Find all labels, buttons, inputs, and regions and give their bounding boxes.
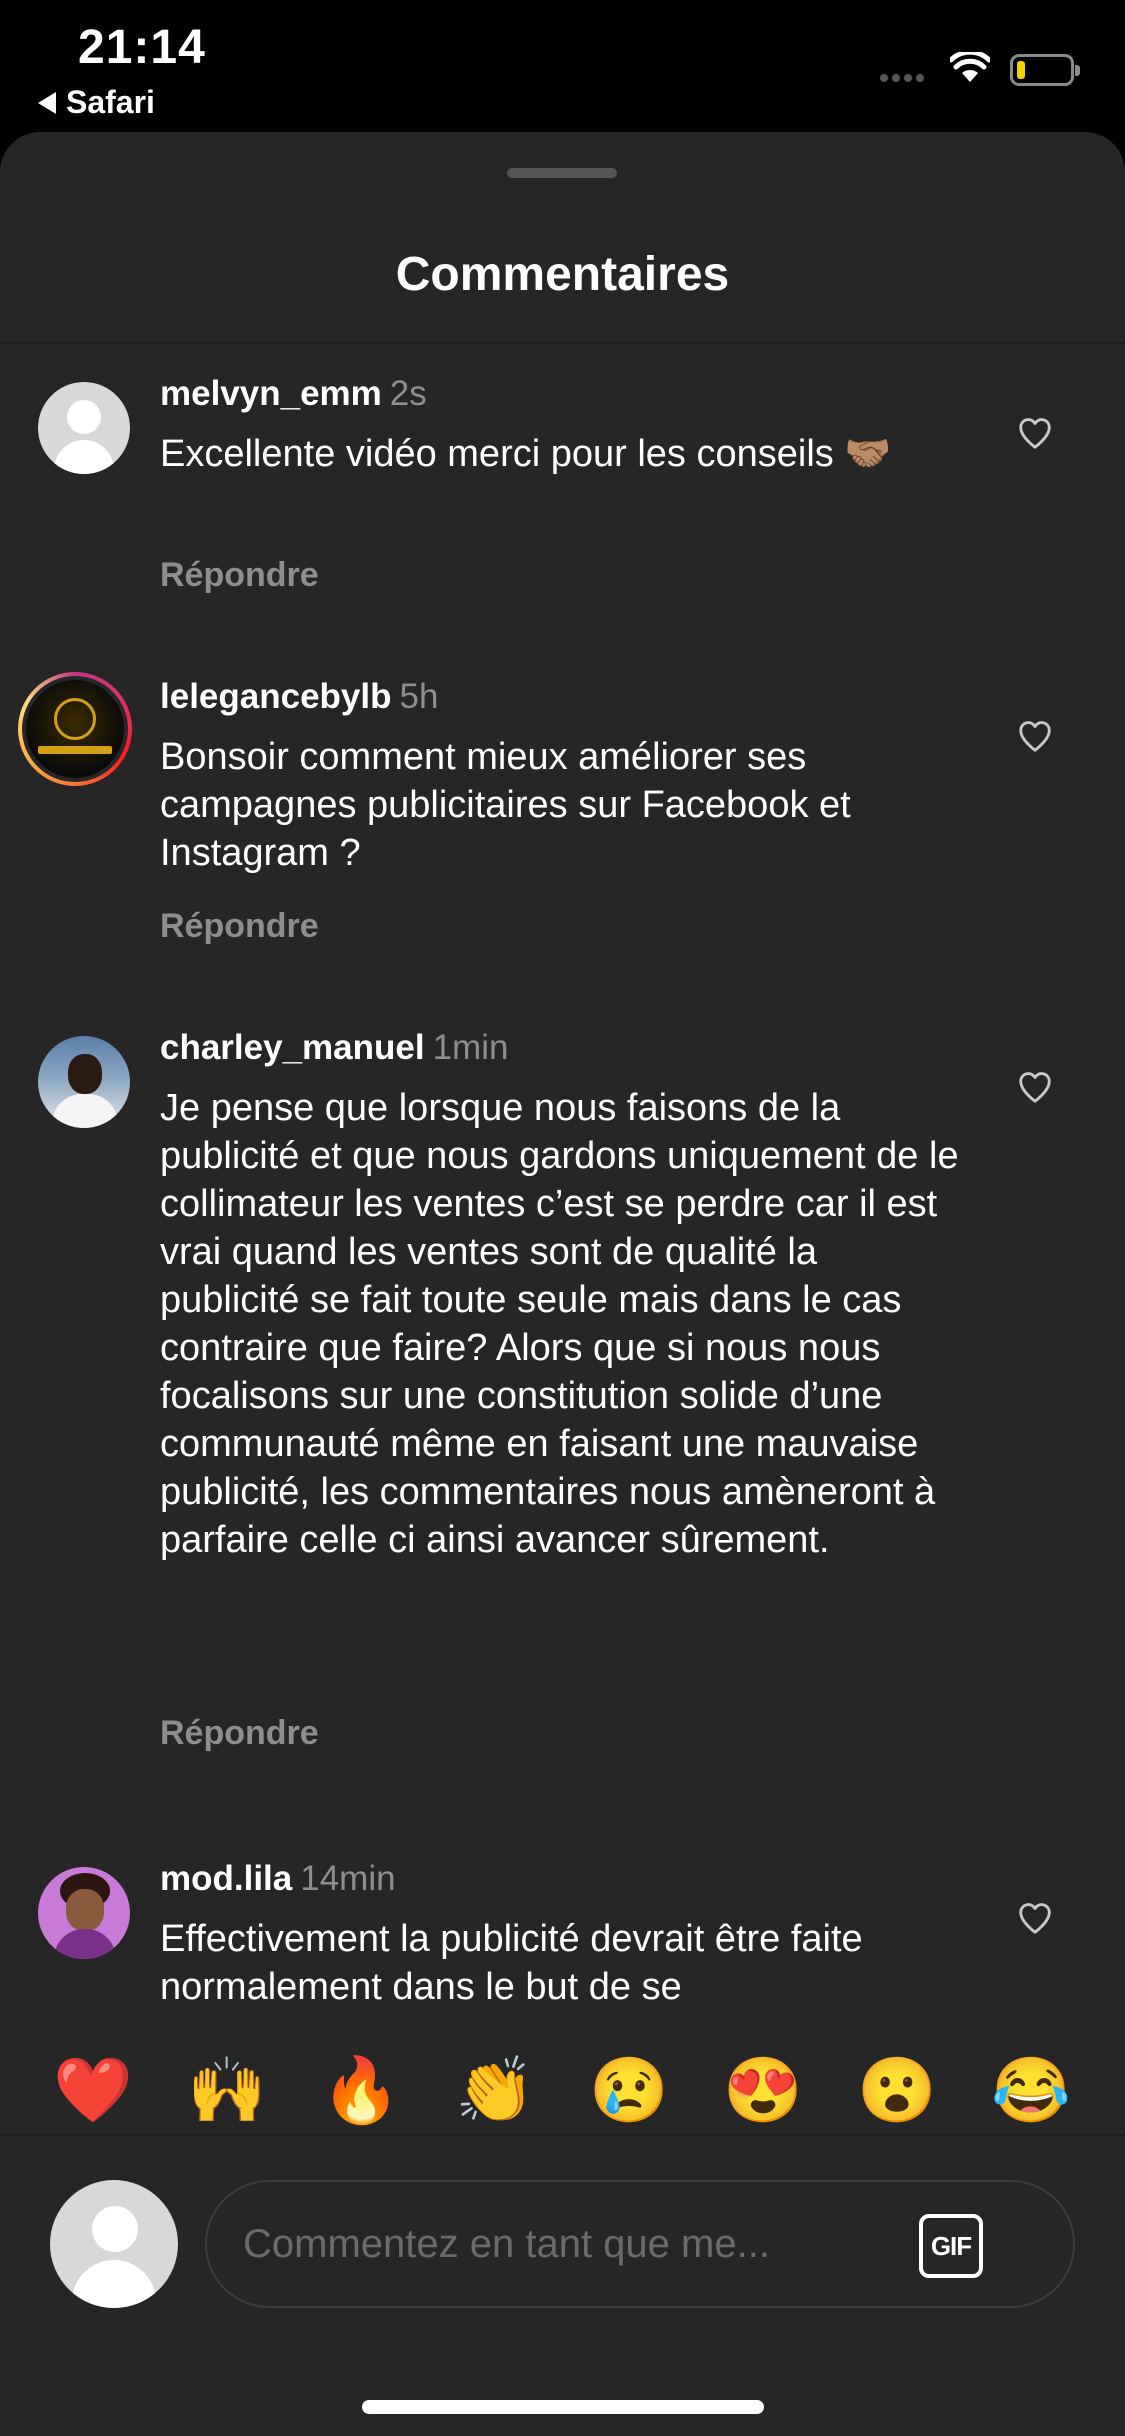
emoji-laughing-button[interactable]: 😂 [986,2040,1076,2140]
comment-composer: GIF [205,2180,1075,2308]
reply-button[interactable]: Répondre [160,1714,319,1753]
gif-icon[interactable]: GIF [919,2214,983,2278]
sheet-grabber[interactable] [507,168,617,178]
comment-time: 2s [389,374,427,413]
heart-outline-icon[interactable] [1016,414,1054,452]
reply-button[interactable]: Répondre [160,556,319,595]
emoji-fire-button[interactable]: 🔥 [316,2040,406,2140]
composer-avatar [50,2180,178,2308]
battery-icon [1010,54,1080,86]
heart-outline-icon[interactable] [1016,717,1054,755]
cellular-signal-icon [880,74,924,82]
comment-input[interactable] [243,2216,883,2272]
comment-text: Excellente vidéo merci pour les conseils… [160,433,892,475]
avatar[interactable] [38,1036,130,1128]
comment-text: Effectivement la publicité devrait être … [160,1918,863,2008]
wifi-icon [950,52,990,82]
back-app-label: Safari [66,84,155,120]
comment-text: Je pense que lorsque nous faisons de la … [160,1087,959,1561]
emoji-heart-eyes-button[interactable]: 😍 [718,2040,808,2140]
emoji-heart-button[interactable]: ❤️ [48,2040,138,2140]
avatar[interactable] [18,672,132,786]
comment-time: 1min [432,1028,509,1067]
back-arrow-icon [38,91,56,114]
avatar[interactable] [38,1867,130,1959]
quick-emoji-bar: ❤️ 🙌 🔥 👏 😢 😍 😮 😂 [0,2040,1125,2140]
emoji-raised-hands-button[interactable]: 🙌 [182,2040,272,2140]
status-bar: 21:14 Safari [0,0,1125,140]
comment-time: 14min [300,1859,396,1898]
comment-text: Bonsoir comment mieux améliorer ses camp… [160,736,851,874]
comment-username[interactable]: lelegancebylb [160,677,391,716]
heart-outline-icon[interactable] [1016,1068,1054,1106]
comments-list[interactable]: melvyn_emm 2s Excellente vidéo merci pour… [0,344,1125,2134]
comment-username[interactable]: mod.lila [160,1859,292,1898]
back-to-safari-button[interactable]: Safari [38,84,155,121]
heart-outline-icon[interactable] [1016,1899,1054,1937]
reply-button[interactable]: Répondre [160,907,319,946]
home-indicator [362,2400,764,2414]
emoji-crying-button[interactable]: 😢 [584,2040,674,2140]
sheet-title: Commentaires [395,248,730,301]
comment-time: 5h [399,677,439,716]
emoji-clapping-button[interactable]: 👏 [450,2040,540,2140]
comment-username[interactable]: charley_manuel [160,1028,425,1067]
comment-username[interactable]: melvyn_emm [160,374,382,413]
status-time: 21:14 [78,21,206,74]
avatar[interactable] [38,382,130,474]
emoji-surprised-button[interactable]: 😮 [852,2040,942,2140]
